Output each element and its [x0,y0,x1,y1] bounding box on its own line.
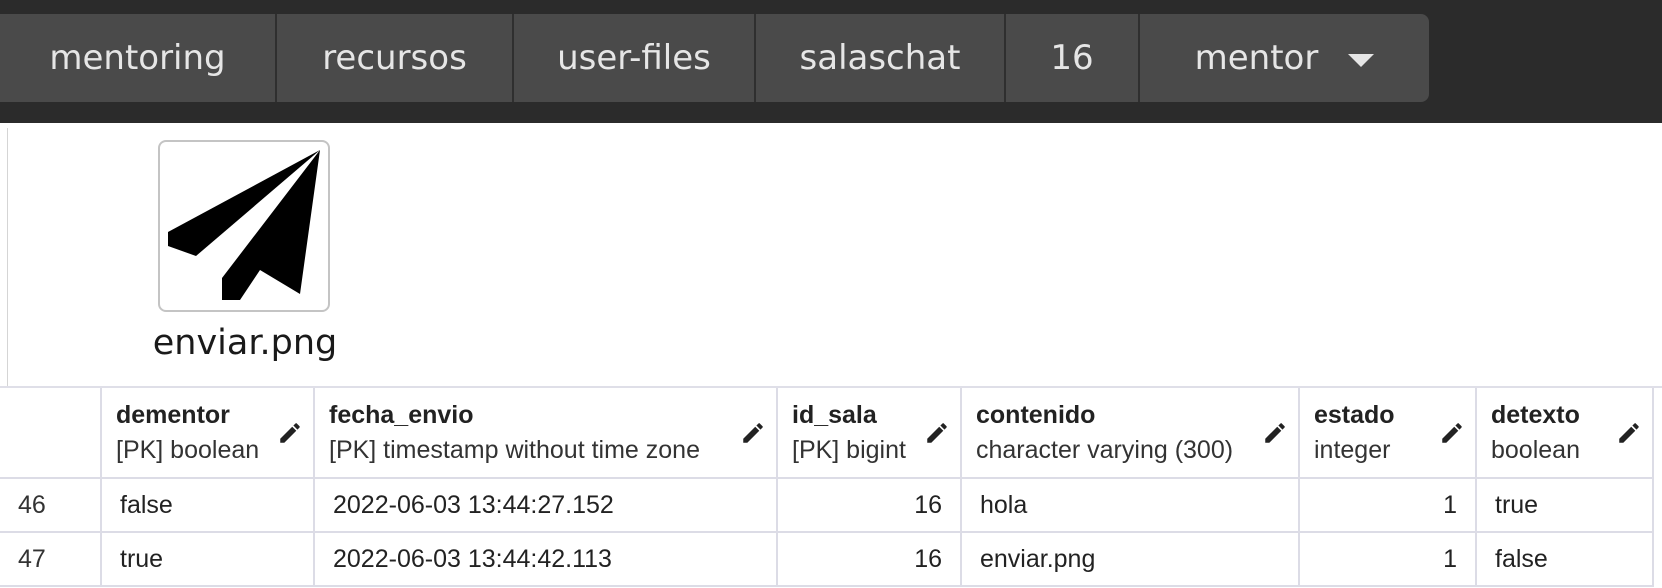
breadcrumb-label: salaschat [799,38,961,78]
breadcrumb: mentoring recursos user-files salaschat … [0,14,1429,102]
breadcrumb-item-mentoring[interactable]: mentoring [0,14,277,102]
data-grid: dementor [PK] boolean fecha_envio [PK] t… [0,386,1662,588]
column-header-contenido[interactable]: contenido character varying (300) [961,388,1300,479]
file-name: enviar.png [152,323,338,363]
row-number[interactable]: 46 [0,478,102,533]
table-header-row: dementor [PK] boolean fecha_envio [PK] t… [0,388,1654,479]
breadcrumb-item-user-files[interactable]: user-files [514,14,756,102]
edit-pencil-icon[interactable] [740,420,766,446]
row-number[interactable]: 47 [0,532,102,587]
column-type: character varying (300) [976,436,1234,464]
column-type: integer [1314,436,1391,464]
column-name: dementor [116,401,230,429]
column-name: estado [1314,401,1395,429]
send-paper-plane-icon [168,150,320,300]
breadcrumb-bar: mentoring recursos user-files salaschat … [0,0,1662,123]
file-preview-area: enviar.png [0,123,1662,386]
column-header-fecha-envio[interactable]: fecha_envio [PK] timestamp without time … [314,388,778,479]
column-name: contenido [976,401,1096,429]
cell-detexto[interactable]: true [1476,478,1654,533]
row-number-header[interactable] [0,388,102,479]
file-thumbnail[interactable] [158,140,330,312]
table-row[interactable]: 46 false 2022-06-03 13:44:27.152 16 hola… [0,478,1654,533]
table-row[interactable]: 47 true 2022-06-03 13:44:42.113 16 envia… [0,532,1654,587]
cell-fecha-envio[interactable]: 2022-06-03 13:44:42.113 [314,532,778,587]
column-type: [PK] timestamp without time zone [329,436,700,464]
edit-pencil-icon[interactable] [1616,420,1642,446]
edit-pencil-icon[interactable] [1262,420,1288,446]
breadcrumb-label: mentoring [49,38,226,78]
cell-id-sala[interactable]: 16 [777,478,962,533]
column-header-estado[interactable]: estado integer [1299,388,1477,479]
breadcrumb-item-recursos[interactable]: recursos [277,14,514,102]
breadcrumb-label: recursos [322,38,467,78]
breadcrumb-item-salaschat[interactable]: salaschat [756,14,1006,102]
cell-contenido[interactable]: enviar.png [961,532,1300,587]
column-name: id_sala [792,401,877,429]
cell-estado[interactable]: 1 [1299,532,1477,587]
cell-fecha-envio[interactable]: 2022-06-03 13:44:27.152 [314,478,778,533]
column-name: fecha_envio [329,401,474,429]
breadcrumb-label: user-files [557,38,711,78]
results-table: dementor [PK] boolean fecha_envio [PK] t… [0,388,1654,587]
cell-detexto[interactable]: false [1476,532,1654,587]
column-name: detexto [1491,401,1580,429]
cell-id-sala[interactable]: 16 [777,532,962,587]
chevron-down-icon[interactable] [1348,53,1375,67]
breadcrumb-item-mentor[interactable]: mentor [1140,14,1429,102]
breadcrumb-item-16[interactable]: 16 [1006,14,1140,102]
column-type: [PK] bigint [792,436,906,464]
breadcrumb-label: mentor [1194,38,1319,78]
column-header-detexto[interactable]: detexto boolean [1476,388,1654,479]
edit-pencil-icon[interactable] [277,420,303,446]
column-type: boolean [1491,436,1580,464]
column-header-id-sala[interactable]: id_sala [PK] bigint [777,388,962,479]
breadcrumb-label: 16 [1050,38,1094,78]
cell-contenido[interactable]: hola [961,478,1300,533]
column-type: [PK] boolean [116,436,260,464]
file-item-enviar[interactable]: enviar.png [140,140,350,380]
column-header-dementor[interactable]: dementor [PK] boolean [101,388,315,479]
edit-pencil-icon[interactable] [1439,420,1465,446]
divider [7,128,8,386]
edit-pencil-icon[interactable] [924,420,950,446]
cell-dementor[interactable]: false [101,478,315,533]
cell-dementor[interactable]: true [101,532,315,587]
cell-estado[interactable]: 1 [1299,478,1477,533]
